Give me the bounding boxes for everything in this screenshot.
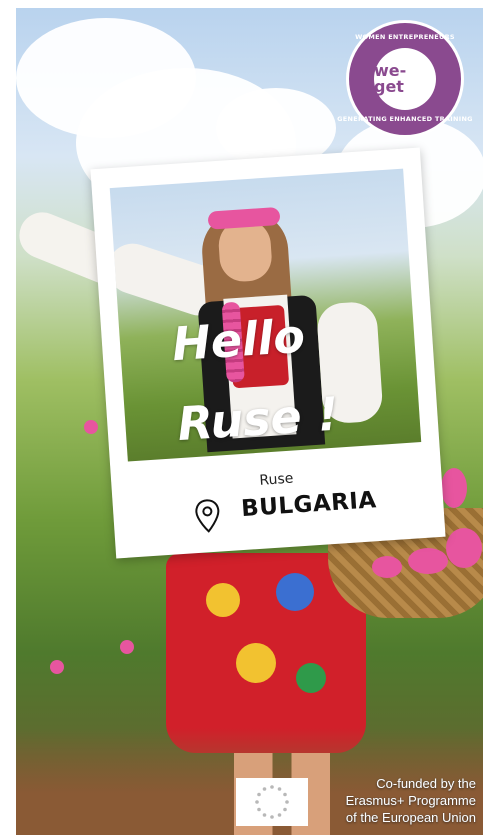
eu-stars-icon (255, 785, 289, 819)
embroidery-flower (206, 583, 240, 617)
embroidery-flower (296, 663, 326, 693)
rose-petals (446, 528, 482, 568)
greeting-line-2: Ruse ! (175, 386, 341, 452)
caption-line-2: Erasmus+ Programme (345, 793, 476, 808)
rose-bush-flower (84, 420, 98, 434)
we-get-logo: WOMEN ENTREPRENEURS we-get GENERATING EN… (337, 20, 473, 138)
greeting-text: Hello Ruse ! (170, 289, 410, 464)
rose-petals (372, 556, 402, 578)
logo-brand: we-get (374, 61, 407, 96)
country-name: BULGARIA (240, 487, 378, 523)
rose-bush-flower (50, 660, 64, 674)
eu-flag-icon (236, 778, 308, 826)
caption-line-1: Co-funded by the (376, 776, 476, 791)
caption-line-3: of the European Union (345, 810, 476, 825)
rose-petals (408, 548, 448, 574)
rose-petals (441, 468, 467, 508)
embroidery-flower (236, 643, 276, 683)
logo-badge: we-get (374, 48, 436, 110)
logo-ring-bottom-text: GENERATING ENHANCED TRAINING (337, 115, 473, 123)
location-pin-icon (195, 499, 220, 533)
polaroid-frame: Hello Ruse ! Ruse BULGARIA (90, 147, 446, 559)
embroidery-flower (276, 573, 314, 611)
greeting-line-1: Hello (170, 308, 307, 372)
erasmus-caption: Co-funded by the Erasmus+ Programme of t… (316, 775, 476, 826)
logo-ring-top-text: WOMEN ENTREPRENEURS (355, 33, 455, 41)
rose-bush-flower (120, 640, 134, 654)
